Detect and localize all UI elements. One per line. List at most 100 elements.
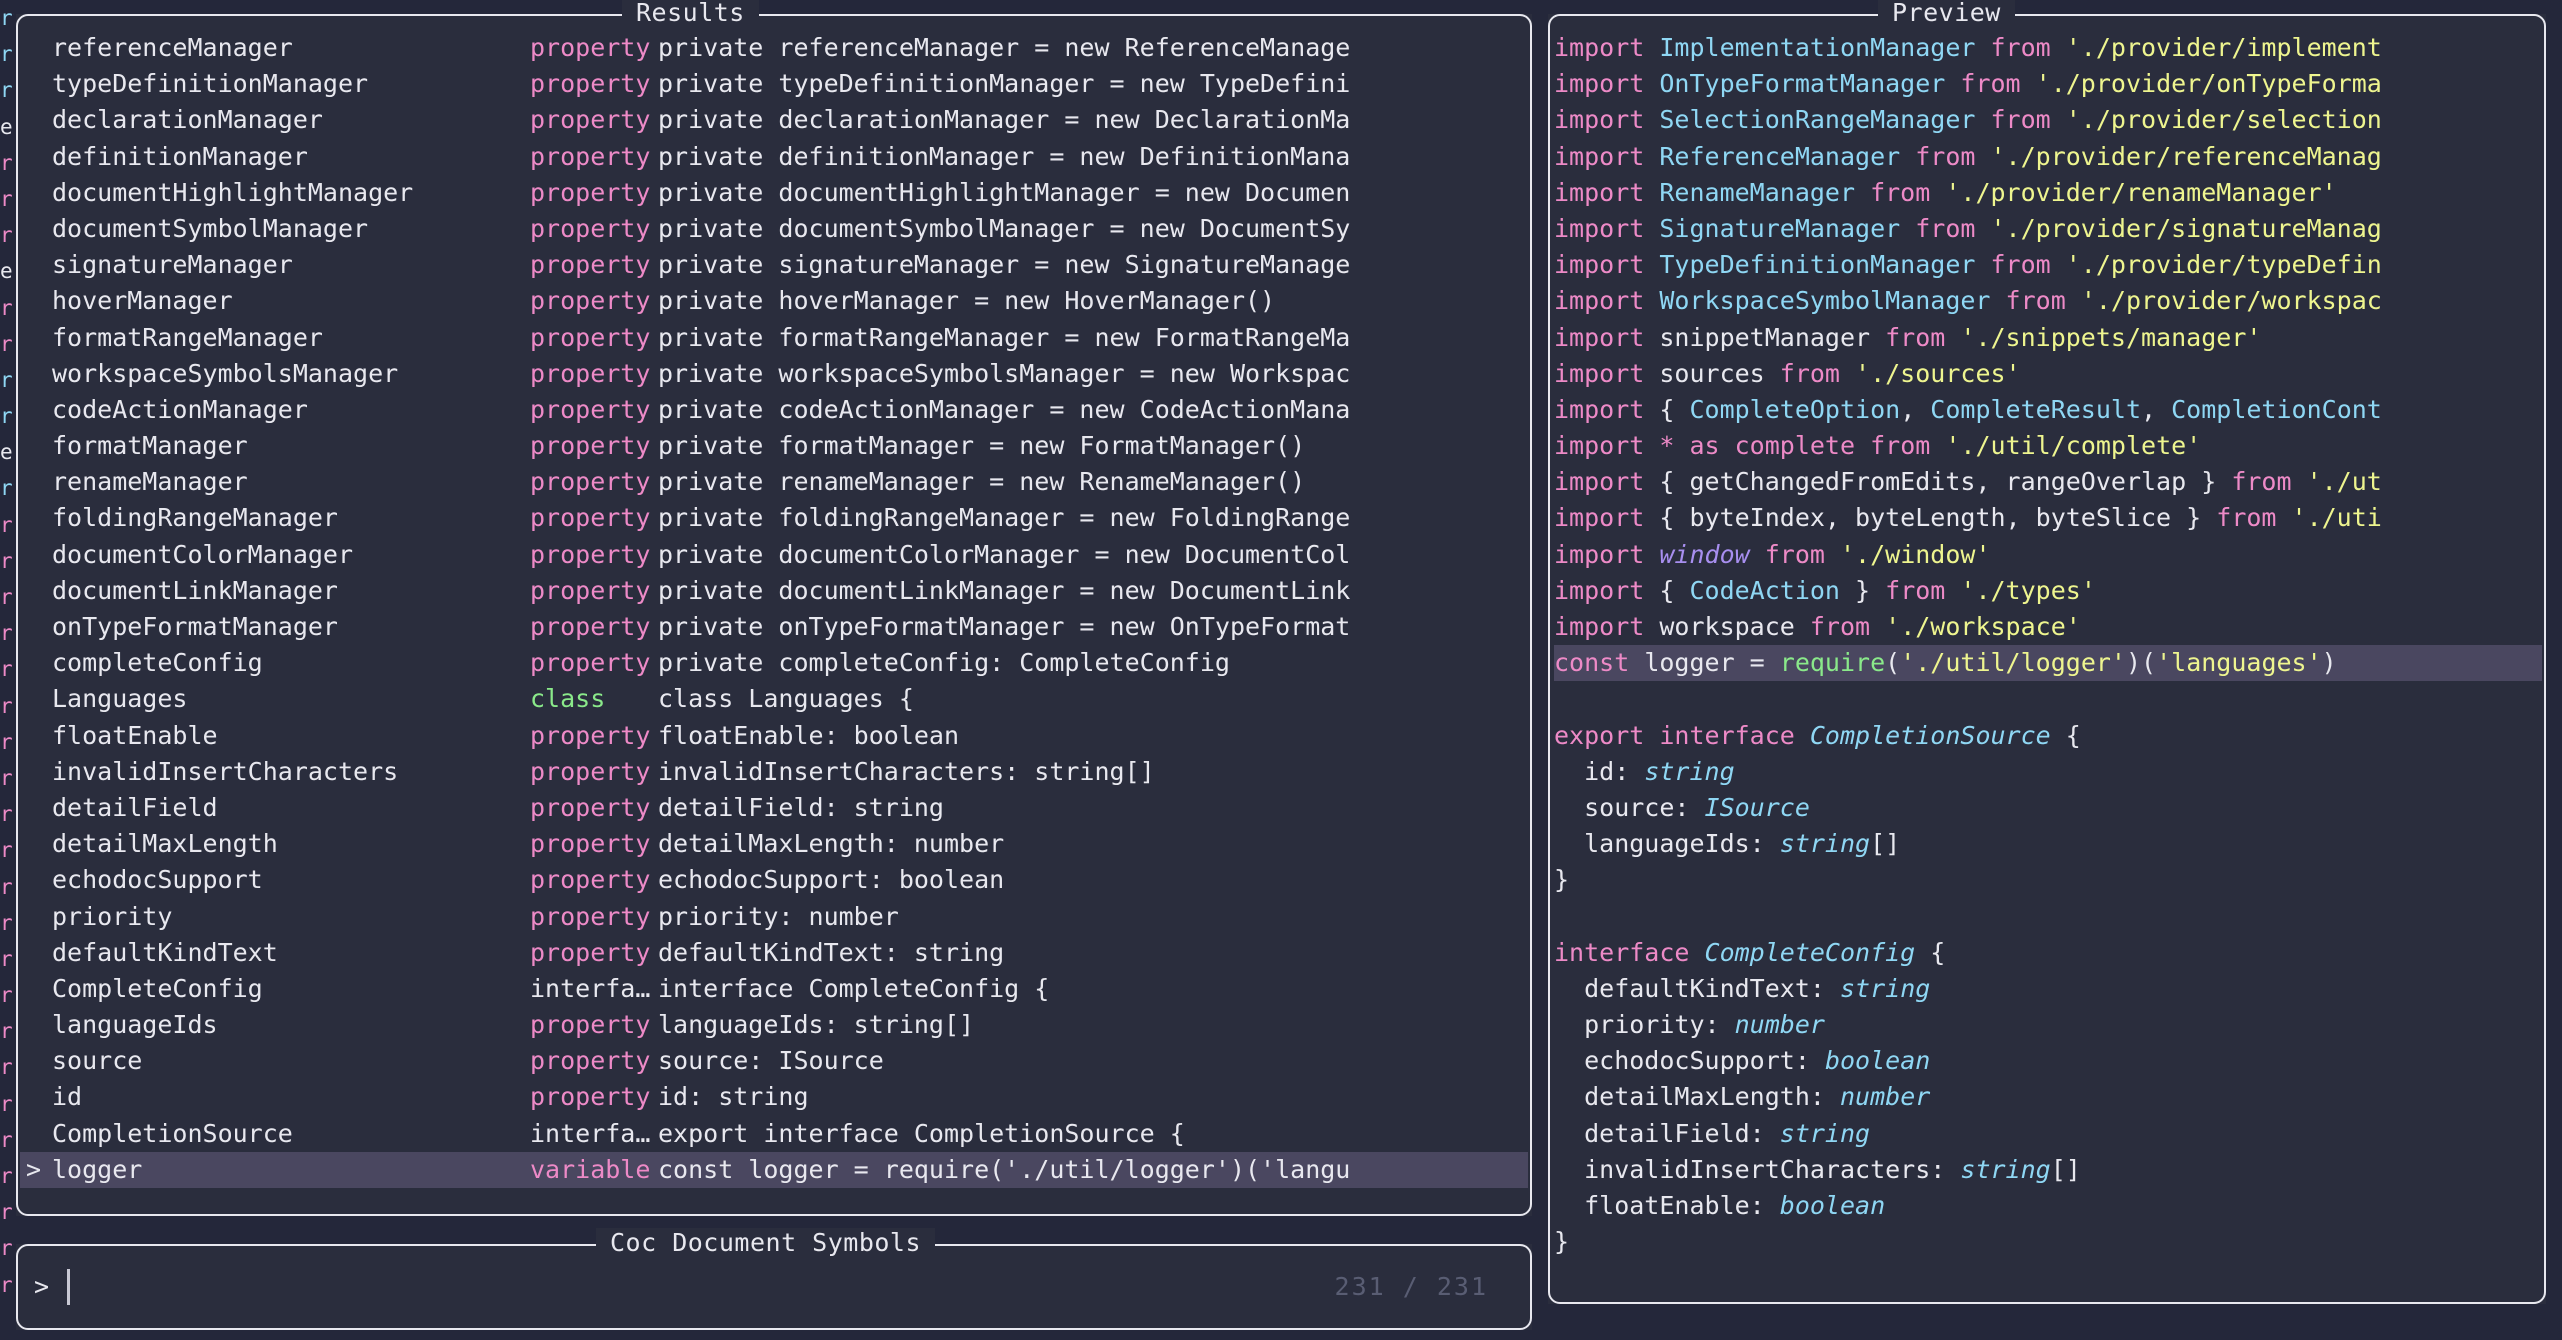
code-token: detailField:: [1554, 1118, 1780, 1148]
result-row[interactable]: documentHighlightManager property private …: [20, 175, 1528, 211]
code-token: SignatureManager: [1659, 213, 1901, 243]
code-token: CompletionSource: [1809, 720, 2051, 750]
result-symbol-kind: property: [530, 792, 651, 822]
result-row[interactable]: detailField property detailField: string: [20, 790, 1528, 826]
preview-window-title: Preview: [1878, 0, 2015, 28]
result-row[interactable]: floatEnable property floatEnable: boolean: [20, 718, 1528, 754]
result-row[interactable]: detailMaxLength property detailMaxLength: …: [20, 826, 1528, 862]
preview-code-line: import { CompleteOption, CompleteResult,…: [1554, 392, 2542, 428]
background-code-line: rt: [0, 1127, 14, 1152]
result-row[interactable]: definitionManager property private definit…: [20, 139, 1528, 175]
match-count: 231 / 231: [1334, 1272, 1488, 1301]
result-row[interactable]: completeConfig property private completeCo…: [20, 645, 1528, 681]
background-code-line: rt: [0, 1200, 14, 1225]
background-code-line: rt: [0, 78, 14, 103]
result-row[interactable]: Languages class class Languages {: [20, 681, 1528, 717]
result-row[interactable]: codeActionManager property private codeAct…: [20, 392, 1528, 428]
background-code-line: rt: [0, 585, 14, 609]
result-row[interactable]: id property id: string: [20, 1079, 1528, 1115]
result-symbol-kind: property: [530, 503, 651, 533]
code-token: from: [1990, 286, 2081, 316]
result-symbol-name: priority: [52, 901, 173, 931]
result-symbol-kind: property: [530, 358, 651, 388]
result-row[interactable]: CompleteConfig interfa… interface Complete…: [20, 971, 1528, 1007]
code-token: import: [1554, 431, 1660, 461]
result-row[interactable]: documentLinkManager property private docum…: [20, 573, 1528, 609]
result-row[interactable]: priority property priority: number: [20, 899, 1528, 935]
code-token: from: [2216, 503, 2292, 533]
result-symbol-detail: echodocSupport: boolean: [658, 865, 1005, 895]
result-row[interactable]: defaultKindText property defaultKindText: …: [20, 935, 1528, 971]
background-code-line: rt: [0, 295, 14, 320]
background-code-line: rt: [0, 6, 14, 30]
result-symbol-name: id: [52, 1082, 83, 1112]
result-symbol-name: declarationManager: [52, 105, 323, 135]
result-row[interactable]: invalidInsertCharacters property invalidIn…: [20, 754, 1528, 790]
result-row[interactable]: formatManager property private formatManag…: [20, 428, 1528, 464]
background-code-line: rt: [0, 946, 14, 971]
result-row[interactable]: signatureManager property private signatur…: [20, 247, 1528, 283]
code-token: }: [1554, 1227, 1570, 1257]
code-token: import: [1554, 358, 1660, 388]
result-symbol-name: onTypeFormatManager: [52, 612, 338, 641]
code-token: {: [1659, 394, 1690, 424]
code-token: sources: [1659, 358, 1765, 388]
result-row[interactable]: declarationManager property private declar…: [20, 102, 1528, 138]
code-token: from: [1764, 358, 1856, 388]
result-symbol-kind: interfa…: [530, 973, 651, 1003]
result-row[interactable]: languageIds property languageIds: string[]: [20, 1007, 1528, 1043]
result-symbol-kind: property: [530, 612, 651, 641]
result-row[interactable]: documentSymbolManager property private doc…: [20, 211, 1528, 247]
code-token: './sources': [1855, 358, 2021, 388]
code-token: }: [1839, 575, 1886, 605]
code-token: SelectionRangeManager: [1659, 105, 1976, 135]
preview-code-line: invalidInsertCharacters: string[]: [1554, 1152, 2542, 1188]
result-row[interactable]: documentColorManager property private docu…: [20, 537, 1528, 573]
background-code-line: rt: [0, 548, 14, 573]
result-symbol-kind: property: [530, 322, 651, 352]
result-row[interactable]: renameManager property private renameManag…: [20, 464, 1528, 500]
result-symbol-detail: private documentSymbolManager = new Docu…: [658, 213, 1351, 243]
result-row[interactable]: CompletionSource interfa… export interface…: [20, 1116, 1528, 1152]
preview-code-line: import SelectionRangeManager from './pro…: [1554, 102, 2542, 138]
result-row[interactable]: > logger variable const logger = require('.…: [20, 1151, 1528, 1188]
result-symbol-name: referenceManager: [52, 33, 293, 62]
result-symbol-name: invalidInsertCharacters: [52, 756, 399, 786]
code-token: './provider/implement: [2065, 33, 2382, 62]
filter-input[interactable]: [70, 1272, 1335, 1302]
background-code-line: rt: [0, 621, 14, 646]
results-list[interactable]: referenceManager property private referenc…: [20, 30, 1528, 1208]
code-token: ReferenceManager: [1659, 141, 1901, 171]
code-token: defaultKindText:: [1554, 973, 1840, 1003]
code-token: from: [1975, 33, 2066, 62]
code-token: string: [1960, 1154, 2051, 1184]
code-token: CompleteOption: [1689, 394, 1901, 424]
result-symbol-detail: private hoverManager = new HoverManager(…: [658, 286, 1276, 316]
result-row[interactable]: echodocSupport property echodocSupport: bo…: [20, 862, 1528, 898]
result-row[interactable]: referenceManager property private referenc…: [20, 30, 1528, 66]
result-row[interactable]: workspaceSymbolsManager property private w…: [20, 356, 1528, 392]
result-symbol-name: completeConfig: [52, 648, 263, 678]
result-row[interactable]: foldingRangeManager property private foldi…: [20, 500, 1528, 536]
result-symbol-name: CompletionSource: [52, 1118, 293, 1148]
result-row[interactable]: source property source: ISource: [20, 1043, 1528, 1079]
code-token: interface: [1554, 937, 1705, 967]
result-symbol-name: signatureManager: [52, 250, 293, 280]
code-token: import: [1554, 612, 1660, 641]
code-token: CompleteResult: [1930, 394, 2142, 424]
result-symbol-detail: priority: number: [658, 901, 899, 931]
result-symbol-kind: property: [530, 394, 651, 424]
result-row[interactable]: formatRangeManager property private format…: [20, 320, 1528, 356]
preview-code-line: import TypeDefinitionManager from './pro…: [1554, 247, 2542, 283]
code-token: from: [1794, 612, 1886, 641]
result-row[interactable]: onTypeFormatManager property private onTyp…: [20, 609, 1528, 645]
result-symbol-detail: export interface CompletionSource {: [658, 1118, 1185, 1148]
code-token: './provider/typeDefin: [2065, 250, 2382, 280]
background-code-line: rt: [0, 512, 14, 537]
code-token: }: [1554, 865, 1570, 895]
result-symbol-detail: private renameManager = new RenameManage…: [658, 467, 1306, 497]
result-row[interactable]: hoverManager property private hoverManager…: [20, 283, 1528, 319]
result-row[interactable]: typeDefinitionManager property private typ…: [20, 66, 1528, 102]
background-code-line: rt: [0, 910, 14, 935]
code-token: import: [1554, 213, 1660, 243]
